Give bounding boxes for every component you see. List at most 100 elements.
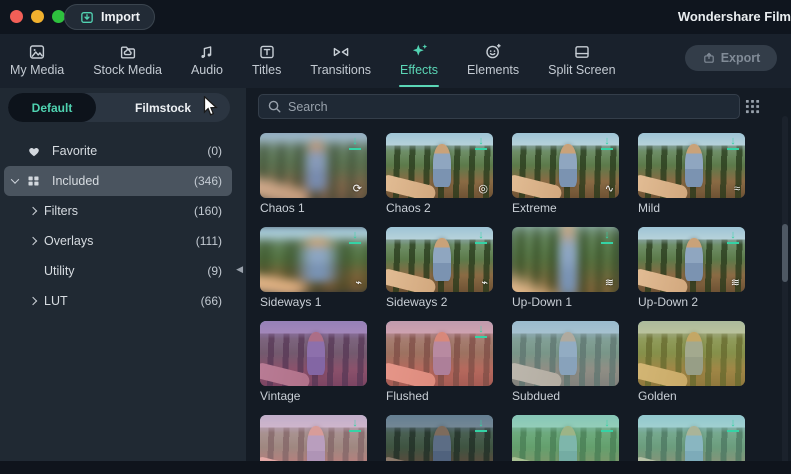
shake-icon: ⟳ — [352, 183, 362, 195]
source-tab-filmstock[interactable]: Filmstock — [96, 93, 230, 122]
effect-thumbnail[interactable]: ⌁ ↓ — [260, 227, 367, 292]
category-label: LUT — [44, 294, 68, 308]
text-box-icon — [258, 43, 276, 61]
main-tab-bar: My Media Stock Media Audio Titles Transition… — [0, 34, 791, 88]
download-icon[interactable]: ↓ — [601, 136, 613, 150]
music-notes-icon — [198, 43, 216, 61]
download-icon[interactable]: ↓ — [727, 136, 739, 150]
download-icon[interactable]: ↓ — [601, 230, 613, 244]
scrollbar[interactable] — [782, 116, 788, 472]
tab-titles[interactable]: Titles — [250, 34, 283, 88]
source-tab-default[interactable]: Default — [8, 93, 96, 122]
download-icon[interactable]: ↓ — [727, 230, 739, 244]
export-share-icon — [702, 51, 716, 65]
effect-name: Flushed — [386, 389, 429, 403]
filmora-window: Import Wondershare Film My Media Stock Me… — [0, 0, 791, 474]
effect-name: Sideways 1 — [260, 295, 322, 309]
scrollbar-thumb[interactable] — [782, 224, 788, 282]
tab-elements[interactable]: Elements — [465, 34, 521, 88]
color-tint-overlay — [260, 321, 367, 386]
download-icon[interactable]: ↓ — [475, 418, 487, 432]
category-count: (66) — [200, 294, 222, 308]
effect-card-extreme: ∿ ↓ Extreme — [512, 133, 619, 215]
category-count: (160) — [193, 204, 222, 218]
download-icon[interactable]: ↓ — [475, 230, 487, 244]
effect-card-golden: Golden — [638, 321, 745, 403]
effect-thumbnail[interactable]: ≋ ↓ — [512, 227, 619, 292]
expander — [22, 296, 44, 306]
effect-thumbnail[interactable] — [638, 321, 745, 386]
download-icon[interactable]: ↓ — [349, 136, 361, 150]
download-icon[interactable]: ↓ — [475, 324, 487, 338]
category-label: Utility — [44, 264, 75, 278]
category-count: (346) — [193, 174, 222, 188]
export-label: Export — [720, 51, 761, 65]
smiley-icon — [484, 43, 502, 61]
search-bar[interactable] — [258, 94, 740, 119]
effect-thumbnail[interactable]: ≈ ↓ — [638, 133, 745, 198]
import-button[interactable]: Import — [64, 4, 155, 30]
tab-split-screen[interactable]: Split Screen — [546, 34, 617, 88]
close-button[interactable] — [10, 10, 23, 23]
expander — [4, 175, 26, 184]
sidebar-item-utility[interactable]: Utility (9) — [4, 256, 232, 286]
sidebar-item-overlays[interactable]: Overlays (111) — [4, 226, 232, 256]
sidebar-item-favorite[interactable]: Favorite (0) — [4, 136, 232, 166]
tab-transitions[interactable]: Transitions — [308, 34, 373, 88]
sparkle-icon — [410, 43, 429, 61]
category-label: Favorite — [52, 144, 98, 158]
sidebar-item-lut[interactable]: LUT (66) — [4, 286, 232, 316]
effect-thumbnail[interactable]: ≋ ↓ — [638, 227, 745, 292]
effect-thumbnail[interactable]: ↓ — [386, 321, 493, 386]
tab-audio[interactable]: Audio — [189, 34, 225, 88]
effect-card-sideways-1: ⌁ ↓ Sideways 1 — [260, 227, 367, 309]
effect-name: Up-Down 1 — [512, 295, 573, 309]
pulse-icon: ⌁ — [355, 277, 362, 289]
tab-effects[interactable]: Effects — [398, 34, 440, 88]
tab-stock-media[interactable]: Stock Media — [91, 34, 164, 88]
export-button[interactable]: Export — [685, 45, 777, 71]
effect-thumbnail[interactable] — [512, 321, 619, 386]
sidebar-item-filters[interactable]: Filters (160) — [4, 196, 232, 226]
effect-thumbnail[interactable] — [260, 321, 367, 386]
effect-thumbnail[interactable]: ◎ ↓ — [386, 133, 493, 198]
tab-label: Transitions — [310, 62, 372, 77]
effect-name: Golden — [638, 389, 677, 403]
sidebar-item-included[interactable]: Included (346) — [4, 166, 232, 196]
effect-card-sideways-2: ⌁ ↓ Sideways 2 — [386, 227, 493, 309]
download-icon[interactable]: ↓ — [349, 418, 361, 432]
download-icon[interactable]: ↓ — [727, 418, 739, 432]
download-icon[interactable]: ↓ — [349, 230, 361, 244]
zigzag-icon: ≋ — [604, 277, 614, 289]
download-icon[interactable]: ↓ — [601, 418, 613, 432]
category-label: Overlays — [44, 234, 94, 248]
tab-my-media[interactable]: My Media — [8, 34, 66, 88]
wave-strong-icon: ∿ — [604, 183, 614, 195]
effect-thumbnail[interactable]: ⌁ ↓ — [386, 227, 493, 292]
sidebar-collapse-icon[interactable]: ◀ — [236, 264, 243, 275]
tab-label: Titles — [251, 62, 282, 77]
minimize-button[interactable] — [31, 10, 44, 23]
effect-card-vintage: Vintage — [260, 321, 367, 403]
zigzag-icon: ≋ — [730, 277, 740, 289]
download-icon[interactable]: ↓ — [475, 136, 487, 150]
grid-view-icon[interactable] — [744, 98, 761, 115]
effect-name: Chaos 2 — [386, 201, 431, 215]
effect-name: Extreme — [512, 201, 557, 215]
effect-name: Mild — [638, 201, 661, 215]
chevron-right-icon[interactable] — [28, 296, 38, 306]
effect-card-up-down-1: ≋ ↓ Up-Down 1 — [512, 227, 619, 309]
import-label: Import — [101, 10, 140, 24]
library-source-switcher: Default Filmstock — [8, 93, 230, 122]
category-label: Included — [52, 174, 100, 188]
tab-label: Elements — [467, 62, 520, 77]
search-input[interactable] — [288, 99, 731, 114]
effect-card-up-down-2: ≋ ↓ Up-Down 2 — [638, 227, 745, 309]
chevron-right-icon[interactable] — [28, 236, 38, 246]
chevron-right-icon[interactable] — [28, 206, 38, 216]
effect-thumbnail[interactable]: ⟳ ↓ — [260, 133, 367, 198]
chevron-down-icon[interactable] — [10, 175, 20, 184]
icon-slot — [26, 174, 52, 188]
effect-thumbnail[interactable]: ∿ ↓ — [512, 133, 619, 198]
swirl-icon: ◎ — [478, 183, 488, 195]
